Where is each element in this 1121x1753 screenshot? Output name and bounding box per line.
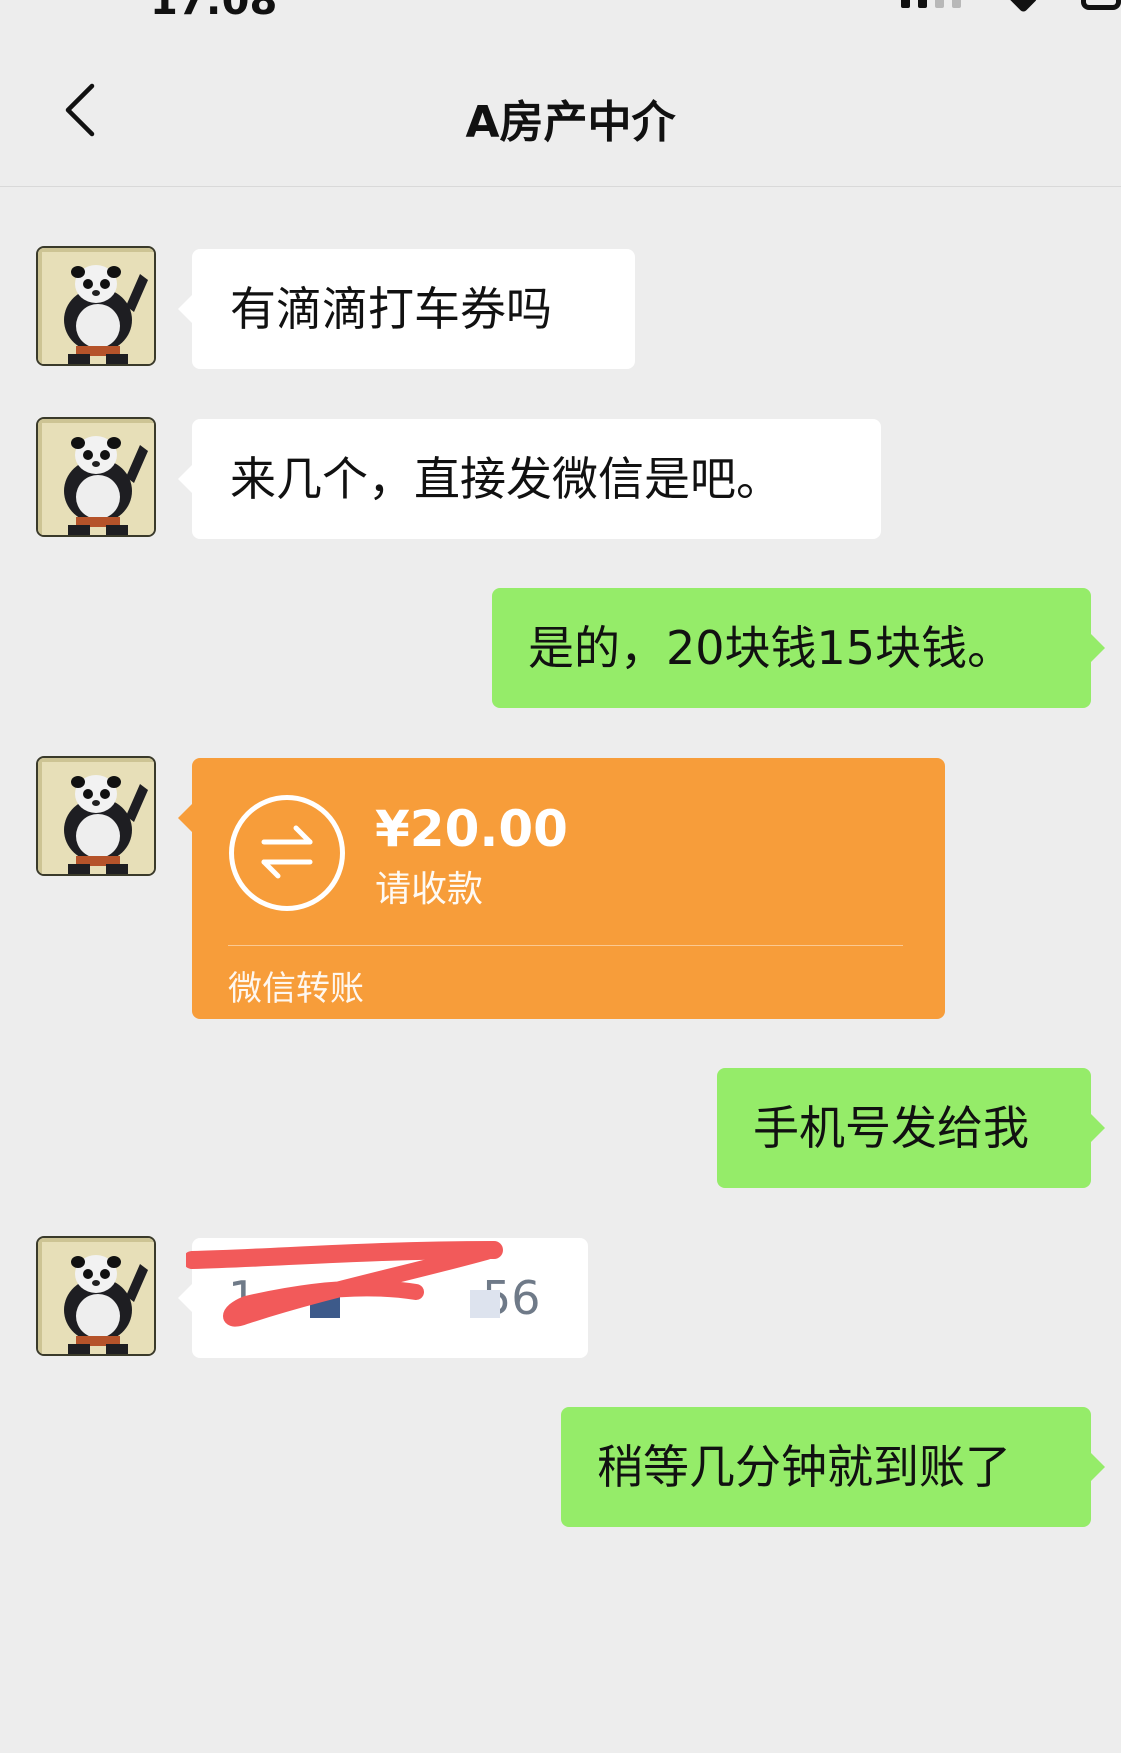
message-bubble[interactable]: 来几个，直接发微信是吧。 xyxy=(178,419,881,539)
redaction-scribble xyxy=(186,1241,503,1327)
avatar[interactable] xyxy=(36,1236,156,1356)
chat-header: A房产中介 xyxy=(0,40,1121,187)
avatar[interactable] xyxy=(36,417,156,537)
divider xyxy=(228,945,903,946)
battery-icon xyxy=(1081,0,1121,10)
signal-bar-icon xyxy=(935,0,944,8)
signal-bar-icon xyxy=(952,0,961,8)
wifi-icon xyxy=(1007,0,1037,14)
transfer-label: 微信转账 xyxy=(228,969,364,1009)
signal-bar-icon xyxy=(918,0,927,8)
status-icons xyxy=(901,0,1121,14)
transfer-status: 请收款 xyxy=(375,869,484,910)
message-bubble-self[interactable]: 是的，20块钱15块钱。 xyxy=(492,588,1105,708)
message-bubble-self[interactable]: 手机号发给我 xyxy=(717,1068,1105,1188)
message-bubble-self[interactable]: 稍等几分钟就到账了 xyxy=(561,1407,1105,1527)
message-bubble-redacted[interactable]: 1 56 xyxy=(178,1238,588,1358)
transfer-arrows-icon xyxy=(229,795,345,911)
transfer-amount: ¥20.00 xyxy=(375,800,568,858)
avatar[interactable] xyxy=(36,246,156,366)
status-bar: 17:08 xyxy=(0,0,1121,40)
message-bubble[interactable]: 有滴滴打车券吗 xyxy=(178,249,635,369)
transfer-card[interactable]: ¥20.00 请收款 微信转账 xyxy=(178,758,945,1019)
avatar[interactable] xyxy=(36,756,156,876)
signal-bar-icon xyxy=(901,0,910,8)
chat-title: A房产中介 xyxy=(465,97,676,148)
status-time: 17:08 xyxy=(150,0,278,24)
